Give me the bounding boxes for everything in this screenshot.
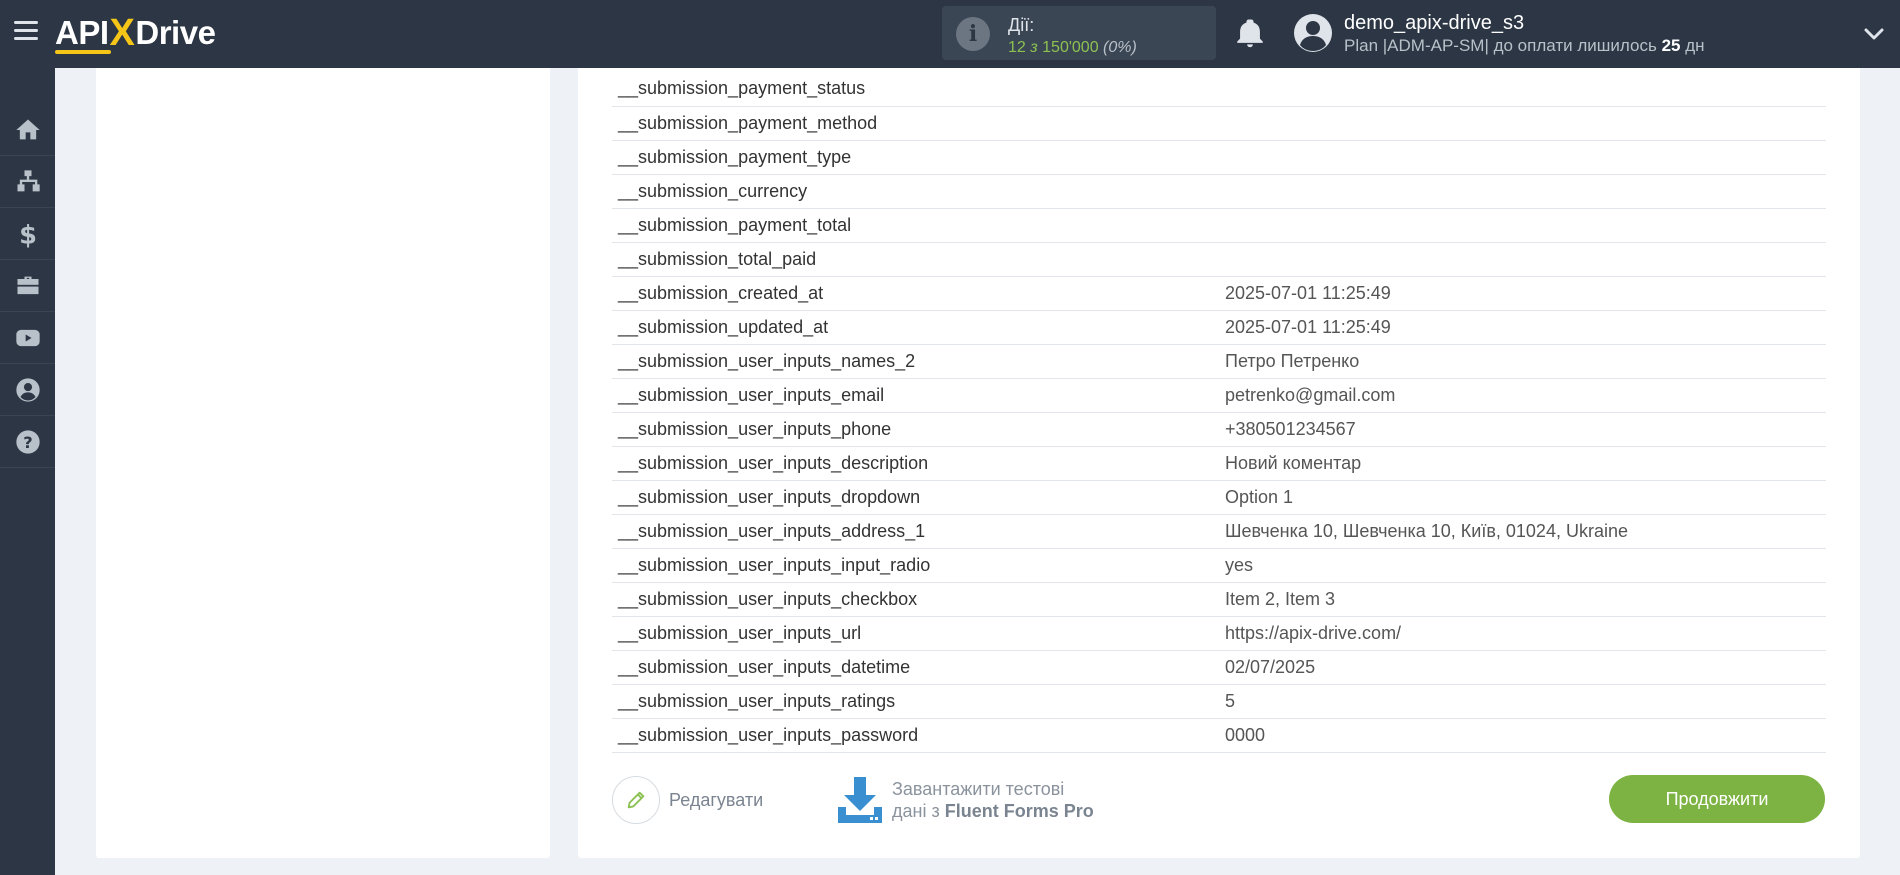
- field-row: __submission_user_inputs_address_1 Шевчен…: [612, 514, 1826, 548]
- field-row: __submission_user_inputs_checkbox Item 2,…: [612, 582, 1826, 616]
- field-key: __submission_user_inputs_checkbox: [618, 588, 918, 609]
- field-row: __submission_currency: [612, 174, 1826, 208]
- field-value: 0000: [1225, 724, 1266, 745]
- pencil-icon: [612, 776, 660, 824]
- field-value: [1219, 242, 1826, 276]
- field-row: __submission_updated_at 2025-07-01 11:25:…: [612, 310, 1826, 344]
- field-key: __submission_user_inputs_description: [618, 452, 929, 473]
- field-key: __submission_user_inputs_address_1: [618, 520, 926, 541]
- apix-drive-logo[interactable]: API X Drive: [55, 11, 216, 55]
- actions-label: Дії:: [1008, 15, 1035, 35]
- field-key: __submission_user_inputs_ratings: [618, 690, 896, 711]
- field-key: __submission_user_inputs_datetime: [618, 656, 911, 677]
- actions-counter[interactable]: i Дії: 12 з 150'000 (0%): [942, 6, 1216, 60]
- field-key: __submission_user_inputs_email: [618, 384, 885, 405]
- field-row: __submission_user_inputs_input_radio yes: [612, 548, 1826, 582]
- user-avatar-icon[interactable]: [1293, 13, 1333, 53]
- field-row: __submission_payment_total: [612, 208, 1826, 242]
- field-value: [1219, 140, 1826, 174]
- field-value: Новий коментар: [1225, 452, 1362, 473]
- field-key: __submission_payment_total: [618, 214, 852, 235]
- field-value: [1219, 106, 1826, 140]
- field-value: Option 1: [1225, 486, 1294, 507]
- svg-text:?: ?: [23, 432, 32, 451]
- field-value: 02/07/2025: [1225, 656, 1316, 677]
- field-key: __submission_currency: [618, 180, 808, 201]
- user-plan: Plan |ADM-AP-SM| до оплати лишилось 25 д…: [1344, 36, 1705, 55]
- continue-button[interactable]: Продовжити: [1609, 775, 1825, 823]
- field-key: __submission_total_paid: [618, 248, 817, 269]
- field-value: 2025-07-01 11:25:49: [1225, 316, 1391, 337]
- field-row: __submission_user_inputs_ratings 5: [612, 684, 1826, 718]
- field-value: [1219, 208, 1826, 242]
- field-value: yes: [1225, 554, 1254, 575]
- field-value: [1219, 72, 1826, 106]
- field-key: __submission_payment_type: [618, 146, 852, 167]
- home-icon: [15, 119, 40, 139]
- field-row: __submission_created_at 2025-07-01 11:25:…: [612, 276, 1826, 310]
- field-key: __submission_updated_at: [618, 316, 829, 337]
- sidebar-item-profile[interactable]: [0, 364, 55, 416]
- load-test-data-label: Завантажити тестові дані з Fluent Forms …: [892, 779, 1094, 821]
- field-value: Петро Петренко: [1225, 350, 1360, 371]
- field-key: __submission_user_inputs_input_radio: [618, 554, 931, 575]
- field-row: __submission_user_inputs_password 0000: [612, 718, 1826, 752]
- field-row: __submission_user_inputs_url https://apix…: [612, 616, 1826, 650]
- user-circle-icon: [15, 377, 40, 402]
- load-test-data-button[interactable]: Завантажити тестові дані з Fluent Forms …: [836, 774, 1094, 826]
- actions-count: 12 з 150'000 (0%): [1008, 39, 1137, 56]
- youtube-icon: [15, 329, 40, 346]
- field-row: __submission_user_inputs_email petrenko@g…: [612, 378, 1826, 412]
- info-icon: i: [956, 17, 990, 51]
- field-key: __submission_payment_method: [618, 112, 878, 133]
- main-panel: __submission_payment_status __submission_…: [578, 68, 1860, 858]
- field-row: __submission_payment_status: [612, 72, 1826, 106]
- field-key: __submission_user_inputs_password: [618, 724, 919, 745]
- field-key: __submission_user_inputs_names_2: [618, 350, 916, 371]
- dollar-icon: $: [19, 220, 37, 248]
- field-row: __submission_user_inputs_phone +380501234…: [612, 412, 1826, 446]
- field-key: __submission_user_inputs_dropdown: [618, 486, 921, 507]
- field-value: +380501234567: [1225, 418, 1356, 439]
- edit-label: Редагувати: [669, 789, 764, 810]
- field-row: __submission_payment_type: [612, 140, 1826, 174]
- field-row: __submission_user_inputs_names_2 Петро Пе…: [612, 344, 1826, 378]
- chevron-down-icon[interactable]: [1862, 22, 1886, 46]
- sidebar-item-services[interactable]: [0, 260, 55, 312]
- field-row: __submission_total_paid: [612, 242, 1826, 276]
- sidebar-item-help[interactable]: ?: [0, 416, 55, 468]
- download-icon: [838, 777, 882, 823]
- field-value: 2025-07-01 11:25:49: [1225, 282, 1391, 303]
- field-key: __submission_payment_status: [618, 78, 866, 99]
- sidebar-item-home[interactable]: [0, 104, 55, 156]
- field-value: Шевченка 10, Шевченка 10, Київ, 01024, U…: [1225, 520, 1628, 541]
- question-circle-icon: ?: [15, 429, 40, 454]
- field-key: __submission_created_at: [618, 282, 824, 303]
- sidebar-item-billing[interactable]: $: [0, 208, 55, 260]
- field-value: petrenko@gmail.com: [1225, 384, 1396, 405]
- sitemap-icon: [17, 169, 40, 191]
- briefcase-icon: [17, 276, 38, 294]
- fields-table: __submission_payment_status __submission_…: [612, 72, 1826, 753]
- field-value: https://apix-drive.com/: [1225, 622, 1402, 643]
- user-name[interactable]: demo_apix-drive_s3: [1344, 12, 1524, 35]
- sidebar-item-connections[interactable]: [0, 156, 55, 208]
- field-row: __submission_user_inputs_description Нови…: [612, 446, 1826, 480]
- field-row: __submission_payment_method: [612, 106, 1826, 140]
- left-panel: [96, 68, 550, 858]
- field-value: [1219, 174, 1826, 208]
- menu-icon[interactable]: [14, 21, 38, 43]
- field-row: __submission_user_inputs_dropdown Option …: [612, 480, 1826, 514]
- bell-icon[interactable]: [1233, 16, 1267, 50]
- svg-text:$: $: [19, 220, 37, 248]
- field-key: __submission_user_inputs_url: [618, 622, 862, 643]
- field-row: __submission_user_inputs_datetime 02/07/2…: [612, 650, 1826, 684]
- field-value: 5: [1225, 690, 1236, 711]
- top-bar: API X Drive i Дії: 12 з 150'000 (0%) demo_…: [0, 0, 1900, 68]
- field-key: __submission_user_inputs_phone: [618, 418, 892, 439]
- edit-button[interactable]: Редагувати: [612, 776, 763, 824]
- sidebar: $ ?: [0, 68, 55, 875]
- field-value: Item 2, Item 3: [1225, 588, 1336, 609]
- sidebar-item-videos[interactable]: [0, 312, 55, 364]
